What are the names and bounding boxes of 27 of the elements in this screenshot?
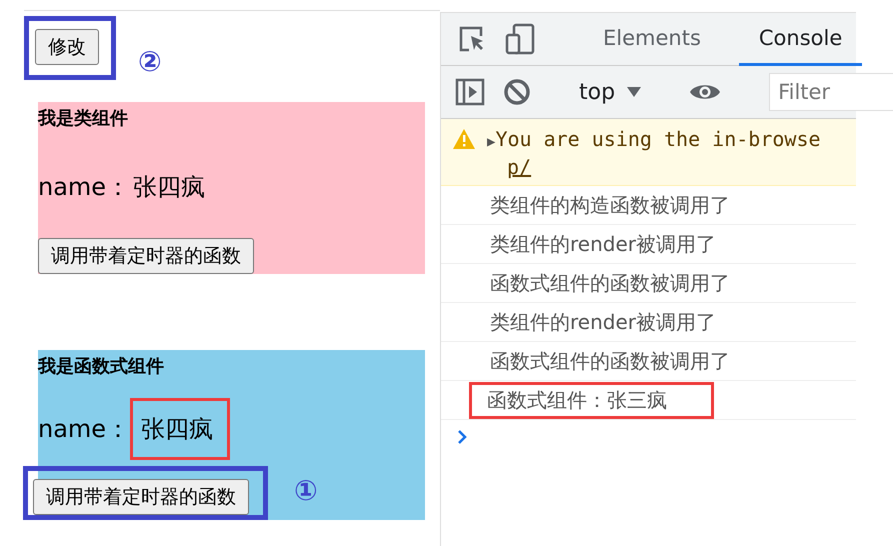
log-message: 函数式组件的函数被调用了 bbox=[489, 270, 731, 296]
name-label: name： bbox=[38, 414, 130, 445]
warning-icon bbox=[453, 127, 475, 149]
panel-title: 我是函数式组件 bbox=[38, 355, 164, 378]
devtools-tab[interactable]: Elements bbox=[583, 13, 721, 66]
filter-field[interactable]: Filter bbox=[769, 73, 893, 111]
callout-number: ① bbox=[294, 477, 318, 505]
modify-button[interactable]: 修改 bbox=[35, 29, 99, 65]
log-message: 类组件的构造函数被调用了 bbox=[489, 192, 731, 218]
name-value: 张四疯 bbox=[132, 172, 206, 203]
expand-toggle[interactable]: ▶ bbox=[487, 134, 496, 150]
log-message: 函数式组件的函数被调用了 bbox=[489, 348, 731, 374]
name-value: 张四疯 bbox=[130, 398, 230, 460]
warning-message: ▶You are using the in-browse bbox=[487, 127, 821, 151]
sidebar-icon[interactable] bbox=[455, 78, 485, 106]
warning-link[interactable]: p/ bbox=[507, 155, 532, 179]
clear-icon[interactable] bbox=[503, 78, 531, 106]
context-dropdown[interactable]: top bbox=[579, 80, 642, 104]
callout-number: ② bbox=[138, 48, 162, 76]
caret-icon bbox=[627, 87, 642, 97]
name-label: name： bbox=[38, 172, 130, 203]
timer-button[interactable]: 调用带着定时器的函数 bbox=[38, 238, 254, 274]
log-message: 函数式组件：张三疯 bbox=[469, 382, 714, 418]
panel-title: 我是类组件 bbox=[38, 107, 128, 130]
log-message: 类组件的render被调用了 bbox=[489, 230, 717, 258]
log-message: 类组件的render被调用了 bbox=[489, 308, 717, 336]
timer-button[interactable]: 调用带着定时器的函数 bbox=[33, 479, 249, 515]
